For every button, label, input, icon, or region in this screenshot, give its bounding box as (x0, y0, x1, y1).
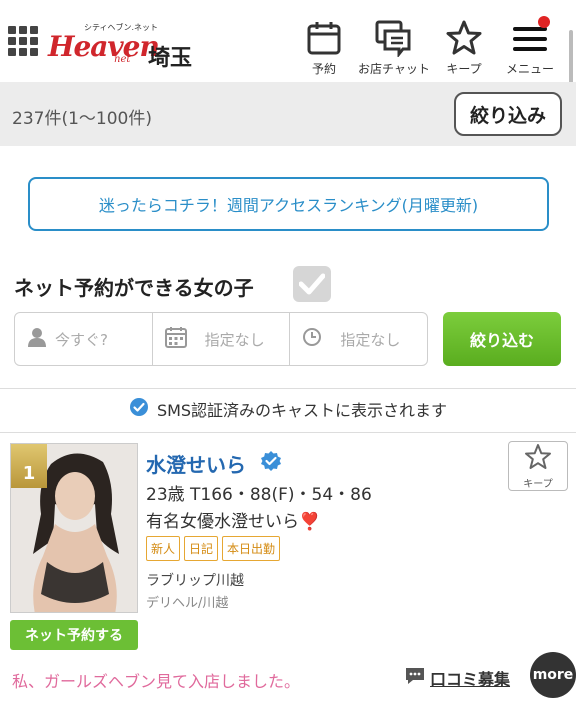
keep-button[interactable]: キープ (508, 441, 568, 491)
girls-heaven-message: 私、ガールズヘブン見て入店しました。 (12, 672, 301, 691)
sms-note-text: SMS認証済みのキャストに表示されます (156, 401, 448, 420)
nav-keep-label: キープ (446, 62, 482, 76)
verified-icon (129, 397, 149, 421)
filter-button[interactable]: 絞り込み (454, 92, 562, 136)
net-reserve-checkbox[interactable] (293, 266, 331, 302)
date-field[interactable]: 指定なし (153, 313, 291, 365)
nav-shop-chat[interactable]: お店チャット (358, 18, 430, 77)
chat-icon (374, 18, 414, 58)
cast-stats: 23歳 T166・88(F)・54・86 (146, 485, 372, 505)
nav-menu[interactable]: メニュー (506, 16, 555, 77)
calendar-icon (304, 18, 344, 58)
tag-new: 新人 (146, 536, 181, 561)
logo-net: net (114, 54, 131, 65)
more-button[interactable]: more (530, 652, 576, 698)
person-icon (27, 327, 47, 351)
notification-dot (538, 16, 550, 28)
results-bar: 237件(1〜100件) 絞り込み (0, 82, 576, 146)
site-logo[interactable]: シティヘブン.ネット Heaven net (48, 20, 160, 66)
sms-note: SMS認証済みのキャストに表示されます (0, 397, 576, 421)
time-field-placeholder: 今すぐ? (55, 330, 108, 349)
menu-icon (510, 16, 550, 58)
net-reserve-title: ネット予約ができる女の子 (14, 276, 254, 300)
scrollbar-thumb[interactable] (569, 30, 573, 84)
review-label: 口コミ募集 (430, 670, 511, 689)
clock-field-placeholder: 指定なし (340, 330, 401, 349)
time-field[interactable]: 今すぐ? (15, 313, 153, 365)
rank-badge: 1 (11, 444, 47, 488)
shop-genre: デリヘル/川越 (146, 596, 229, 611)
keep-label: キープ (523, 478, 553, 490)
cast-tags: 新人 日記 本日出勤 (146, 536, 281, 561)
logo-text: Heaven (48, 30, 160, 63)
nav-menu-label: メニュー (506, 62, 555, 76)
cast-photo[interactable]: 1 (10, 443, 138, 613)
nav-reserve[interactable]: 予約 (304, 18, 344, 77)
ranking-link-button[interactable]: 迷ったらコチラ！週間アクセスランキング(月曜更新) (28, 177, 549, 231)
results-count: 237件(1〜100件) (12, 109, 152, 129)
shop-name[interactable]: ラブリップ川越 (146, 570, 244, 590)
availability-search: 今すぐ? 指定なし 指定なし (14, 312, 428, 366)
calendar-icon (164, 326, 187, 352)
date-field-placeholder: 指定なし (204, 330, 265, 349)
region-title: 埼玉 (148, 46, 193, 71)
divider (0, 388, 576, 389)
nav-keep[interactable]: キープ (444, 18, 484, 77)
divider (0, 432, 576, 433)
net-reserve-button[interactable]: ネット予約する (10, 620, 138, 650)
tag-today: 本日出勤 (222, 536, 281, 561)
site-header: シティヘブン.ネット Heaven net 埼玉 予約 お店チャット キープ メ… (0, 0, 576, 84)
star-icon (524, 443, 552, 475)
grid-menu-icon[interactable] (8, 26, 38, 56)
nav-reserve-label: 予約 (311, 62, 336, 76)
tag-diary: 日記 (184, 536, 219, 561)
clock-icon (302, 327, 322, 351)
nav-shop-chat-label: お店チャット (358, 62, 430, 76)
verified-icon (260, 450, 282, 476)
cast-name[interactable]: 水澄せいら (146, 449, 246, 478)
chat-bubble-icon (404, 666, 426, 690)
review-link[interactable]: 口コミ募集 (404, 666, 510, 690)
cast-catchphrase: 有名女優水澄せいら❣️ (146, 512, 321, 532)
search-button[interactable]: 絞り込む (443, 312, 561, 366)
star-icon (444, 18, 484, 58)
clock-field[interactable]: 指定なし (290, 313, 427, 365)
